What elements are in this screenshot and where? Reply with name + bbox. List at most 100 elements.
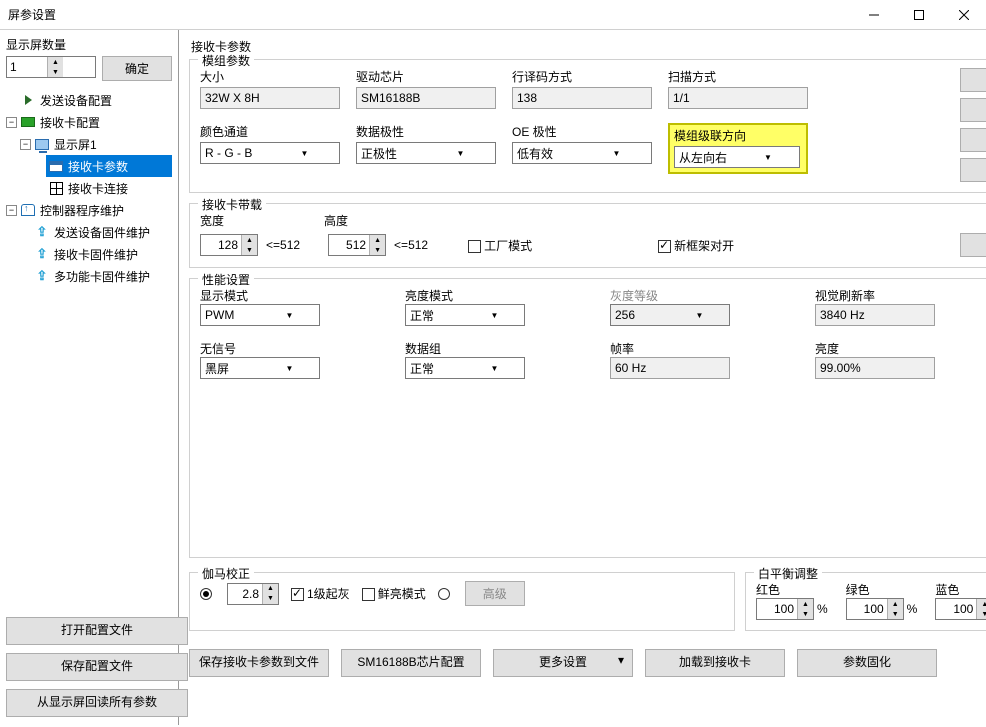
tree-recv-card-conn[interactable]: 接收卡连接 <box>6 177 172 199</box>
save-config-button[interactable]: 保存配置文件 <box>6 653 188 681</box>
chevron-down-icon: ▼ <box>270 143 339 163</box>
blue-label: 蓝色 <box>935 581 986 598</box>
level1-gray-checkbox[interactable]: 1级起灰 <box>291 585 350 602</box>
data-polarity-select[interactable]: 正极性▼ <box>356 142 496 164</box>
width-spinner[interactable]: ▲▼ <box>200 234 258 256</box>
green-spinner[interactable]: ▲▼ <box>846 598 904 620</box>
more-settings-button[interactable]: 更多设置▾ <box>493 649 633 677</box>
load-to-card-button[interactable]: 加载到接收卡 <box>645 649 785 677</box>
tree-send-dev-fw[interactable]: ⇪ 发送设备固件维护 <box>6 221 172 243</box>
upload-icon: ⇪ <box>34 224 50 240</box>
blue-spinner[interactable]: ▲▼ <box>935 598 986 620</box>
screen-count-spinner[interactable]: ▲▼ <box>6 56 96 78</box>
window-title: 屏参设置 <box>8 6 851 23</box>
decode-label: 行译码方式 <box>512 68 652 85</box>
brightness-mode-label: 亮度模式 <box>405 287 600 304</box>
nav-tree: 发送设备配置 − 接收卡配置 − 显示屏1 接收卡参数 接收卡连接 − <box>6 89 172 287</box>
tree-recv-card-params[interactable]: 接收卡参数 <box>46 155 172 177</box>
save-params-to-file-button[interactable]: 保存接收卡参数到文件 <box>189 649 329 677</box>
monitor-icon <box>34 136 50 152</box>
title-bar: 屏参设置 <box>0 0 986 30</box>
footer-buttons: 保存接收卡参数到文件 SM16188B芯片配置 更多设置▾ 加载到接收卡 参数固… <box>189 649 986 677</box>
collapse-icon[interactable]: − <box>20 139 31 150</box>
confirm-button[interactable]: 确定 <box>102 56 172 81</box>
refresh-rate-value: 3840 Hz <box>815 304 935 326</box>
open-config-button[interactable]: 打开配置文件 <box>6 617 188 645</box>
cascade-highlight: 模组级联方向从左向右▼ <box>668 123 808 174</box>
gamma-legend: 伽马校正 <box>198 565 254 582</box>
bright-mode-checkbox[interactable]: 鲜亮模式 <box>362 585 426 602</box>
load-capacity-legend: 接收卡带载 <box>198 196 266 213</box>
fps-label: 帧率 <box>610 340 805 357</box>
red-label: 红色 <box>756 581 828 598</box>
tree-send-dev-cfg[interactable]: 发送设备配置 <box>6 89 172 111</box>
refresh-rate-label: 视觉刷新率 <box>815 287 970 304</box>
chevron-down-icon: ▼ <box>737 147 799 167</box>
gamma-group: 伽马校正 ▲▼ 1级起灰 鲜亮模式 高级 <box>189 572 735 631</box>
scan-value: 1/1 <box>668 87 808 109</box>
brightness-label: 亮度 <box>815 340 970 357</box>
advanced-button: 高级 <box>465 581 525 606</box>
collapse-icon[interactable]: − <box>6 205 17 216</box>
screen-count-label: 显示屏数量 <box>6 36 172 53</box>
tree-mf-card-fw[interactable]: ⇪ 多功能卡固件维护 <box>6 265 172 287</box>
size-value: 32W X 8H <box>200 87 340 109</box>
no-signal-select[interactable]: 黑屏▼ <box>200 357 320 379</box>
oe-polarity-label: OE 极性 <box>512 123 652 140</box>
chevron-down-icon: ▼ <box>426 143 495 163</box>
tree-screen-1[interactable]: − 显示屏1 <box>6 133 172 155</box>
gray-level-select: 256▼ <box>610 304 730 326</box>
minimize-button[interactable] <box>851 0 896 30</box>
height-max: <=512 <box>394 238 428 252</box>
cascade-select[interactable]: 从左向右▼ <box>674 146 800 168</box>
collapse-icon[interactable]: − <box>6 117 17 128</box>
chevron-down-icon: ▼ <box>260 305 319 325</box>
select-module-button[interactable]: 选择模组 <box>960 98 986 122</box>
performance-legend: 性能设置 <box>198 271 254 288</box>
display-mode-label: 显示模式 <box>200 287 395 304</box>
left-panel: 显示屏数量 ▲▼ 确定 发送设备配置 − 接收卡配置 − 显示屏1 <box>0 30 179 725</box>
data-group-select[interactable]: 正常▼ <box>405 357 525 379</box>
arrow-icon <box>20 92 36 108</box>
gray-level-label: 灰度等级 <box>610 287 805 304</box>
cascade-label: 模组级联方向 <box>674 127 802 144</box>
param-solidify-button[interactable]: 参数固化 <box>797 649 937 677</box>
grid-icon <box>48 180 64 196</box>
brightness-mode-select[interactable]: 正常▼ <box>405 304 525 326</box>
data-group-ext-button[interactable]: 数据组扩展 <box>960 233 986 257</box>
tree-ctrl-maint[interactable]: − 控制器程序维护 <box>6 199 172 221</box>
gamma-spinner[interactable]: ▲▼ <box>227 583 279 605</box>
load-from-file-button[interactable]: 从文件加载 <box>960 128 986 152</box>
smart-scan-button[interactable]: 智能扫描 <box>960 158 986 182</box>
decode-value: 138 <box>512 87 652 109</box>
color-select[interactable]: R - G - B▼ <box>200 142 340 164</box>
chip-config-button[interactable]: SM16188B芯片配置 <box>341 649 481 677</box>
module-detail-button[interactable]: 模组详细信息 <box>960 68 986 92</box>
oe-polarity-select[interactable]: 低有效▼ <box>512 142 652 164</box>
chip-value: SM16188B <box>356 87 496 109</box>
screen-count-input[interactable] <box>7 57 47 77</box>
brightness-value: 99.00% <box>815 357 935 379</box>
data-polarity-label: 数据极性 <box>356 123 496 140</box>
close-button[interactable] <box>941 0 986 30</box>
maximize-button[interactable] <box>896 0 941 30</box>
color-label: 颜色通道 <box>200 123 340 140</box>
tree-recv-card-fw[interactable]: ⇪ 接收卡固件维护 <box>6 243 172 265</box>
height-spinner[interactable]: ▲▼ <box>328 234 386 256</box>
new-frame-split-checkbox[interactable]: 新框架对开 <box>658 237 734 254</box>
size-label: 大小 <box>200 68 340 85</box>
read-all-params-button[interactable]: 从显示屏回读所有参数 <box>6 689 188 717</box>
factory-mode-checkbox[interactable]: 工厂模式 <box>468 237 532 254</box>
chevron-down-icon: ▼ <box>582 143 651 163</box>
red-spinner[interactable]: ▲▼ <box>756 598 814 620</box>
module-params-legend: 模组参数 <box>198 52 254 69</box>
display-mode-select[interactable]: PWM▼ <box>200 304 320 326</box>
controller-icon <box>20 202 36 218</box>
chevron-down-icon: ▾ <box>618 653 624 667</box>
chevron-down-icon: ▼ <box>670 305 729 325</box>
data-group-label: 数据组 <box>405 340 600 357</box>
gamma-radio[interactable] <box>200 587 215 601</box>
right-panel-title: 接收卡参数 <box>191 38 986 55</box>
tree-recv-card-cfg[interactable]: − 接收卡配置 <box>6 111 172 133</box>
height-label: 高度 <box>324 212 348 229</box>
